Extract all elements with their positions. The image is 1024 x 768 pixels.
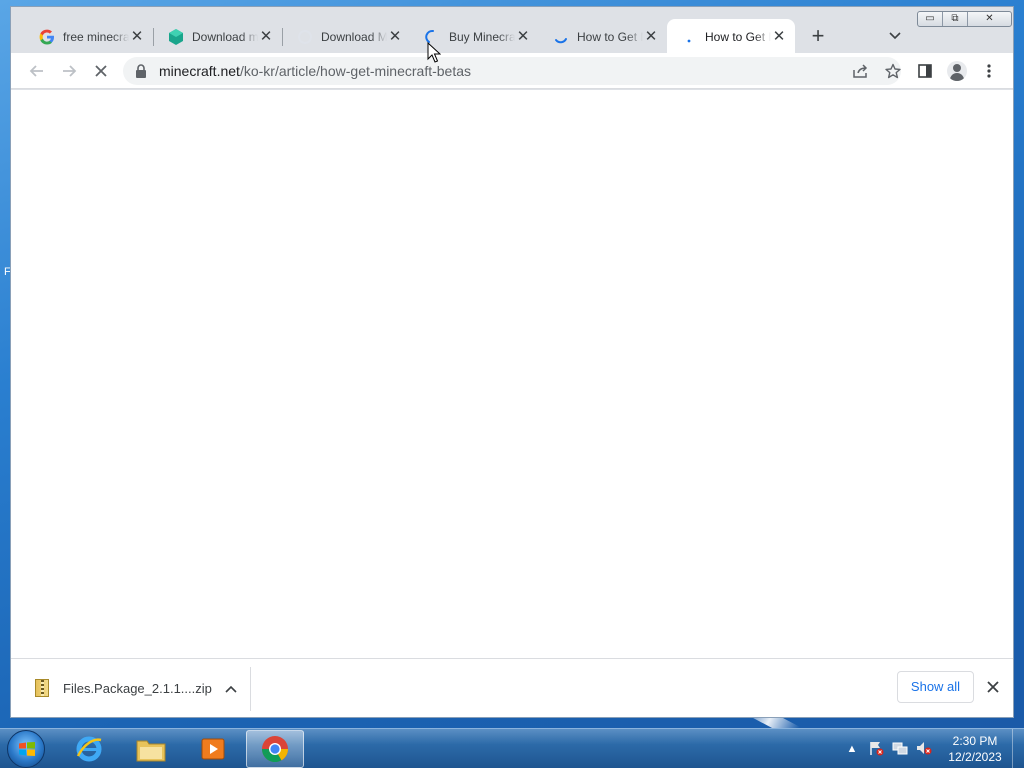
tab-title: Buy Minecraft [449,29,515,44]
stop-loading-icon[interactable] [89,59,113,83]
close-icon[interactable]: ✕ [515,28,531,45]
clock-date: 12/2/2023 [948,750,1002,764]
network-icon[interactable] [888,740,912,759]
tab-title: Download Minecraft [321,29,387,44]
action-center-flag-icon[interactable] [864,740,888,759]
window-controls: ▭ ⧉ ✕ [917,11,1012,27]
tab-search-chevron-icon[interactable] [883,24,907,48]
more-menu-icon[interactable] [977,59,1001,83]
download-divider [250,667,251,711]
tab-title: How to Get Minecraft [705,29,771,44]
close-download-shelf-icon[interactable] [981,673,1005,701]
close-icon[interactable]: ✕ [129,28,145,45]
media-player-taskbar-button[interactable] [184,730,242,768]
close-icon[interactable]: ✕ [387,28,403,45]
chevron-up-icon[interactable] [217,681,245,696]
page-content[interactable] [11,90,1013,658]
internet-explorer-icon [76,736,102,762]
tab-download-minecraft-2[interactable]: Download Minecraft ✕ [283,19,411,54]
tab-how-to-get-minecraft-active[interactable]: How to Get Minecraft ✕ [667,19,795,54]
bookmark-star-icon[interactable] [881,59,905,83]
url-path: /ko-kr/article/how-get-minecraft-betas [239,63,472,79]
loading-spinner-icon [553,29,569,45]
address-bar[interactable]: minecraft.net/ko-kr/article/how-get-mine… [123,57,901,85]
profile-avatar-icon[interactable] [945,59,969,83]
side-panel-icon[interactable] [913,59,937,83]
clock-time: 2:30 PM [952,734,998,748]
start-button[interactable] [7,730,45,768]
close-icon[interactable]: ✕ [771,28,787,45]
chrome-taskbar-button[interactable] [246,730,304,768]
tab-title: How to Get Minecraft [577,29,643,44]
url-host: minecraft.net [159,63,240,79]
lock-icon[interactable] [135,64,149,78]
google-icon [39,29,55,45]
windows-logo-icon [19,742,35,756]
media-player-icon [201,738,225,760]
windows-taskbar: ▲ 2:30 PM 12/2/2023 [0,728,1024,768]
system-tray: ▲ [840,729,936,768]
loading-dot-icon [681,29,697,45]
show-desktop-button[interactable] [1012,729,1024,768]
tab-free-minecraft[interactable]: free minecraft ✕ [25,19,153,54]
tab-download-minecraft-1[interactable]: Download minecraft ✕ [154,19,282,54]
chrome-icon [261,736,289,763]
loading-icon [297,29,313,45]
avatar [947,61,967,81]
back-arrow-icon[interactable] [25,59,49,83]
tab-strip: free minecraft ✕ Download minecraft ✕ Do… [11,7,1013,54]
diamond-icon [168,28,184,45]
url-text: minecraft.net/ko-kr/article/how-get-mine… [159,63,471,79]
show-all-downloads-button[interactable]: Show all [897,671,974,703]
chrome-window: free minecraft ✕ Download minecraft ✕ Do… [10,6,1014,718]
new-tab-button[interactable]: + [806,24,830,48]
download-shelf: Files.Package_2.1.1....zip Show all [11,658,1013,717]
show-hidden-icons-arrow-icon[interactable]: ▲ [840,743,864,755]
share-icon[interactable] [849,59,873,83]
forward-arrow-icon[interactable] [57,59,81,83]
folder-icon [136,740,166,762]
file-explorer-taskbar-button[interactable] [122,730,180,768]
close-icon[interactable]: ✕ [643,28,659,45]
tab-title: free minecraft [63,29,129,44]
taskbar-clock[interactable]: 2:30 PM 12/2/2023 [942,733,1008,765]
tab-how-to-get-minecraft-1[interactable]: How to Get Minecraft ✕ [539,19,667,54]
internet-explorer-taskbar-button[interactable] [60,730,118,768]
download-item[interactable]: Files.Package_2.1.1....zip [11,659,251,717]
window-close-button[interactable]: ✕ [968,12,1011,26]
minimize-button[interactable]: ▭ [918,12,943,26]
download-filename: Files.Package_2.1.1....zip [63,680,212,696]
mouse-cursor-icon [427,42,441,63]
close-icon[interactable]: ✕ [258,28,274,45]
browser-toolbar: minecraft.net/ko-kr/article/how-get-mine… [11,53,1013,89]
maximize-button[interactable]: ⧉ [943,12,968,26]
zip-file-icon [35,679,49,697]
volume-muted-icon[interactable] [912,740,936,759]
tab-title: Download minecraft [192,29,258,44]
